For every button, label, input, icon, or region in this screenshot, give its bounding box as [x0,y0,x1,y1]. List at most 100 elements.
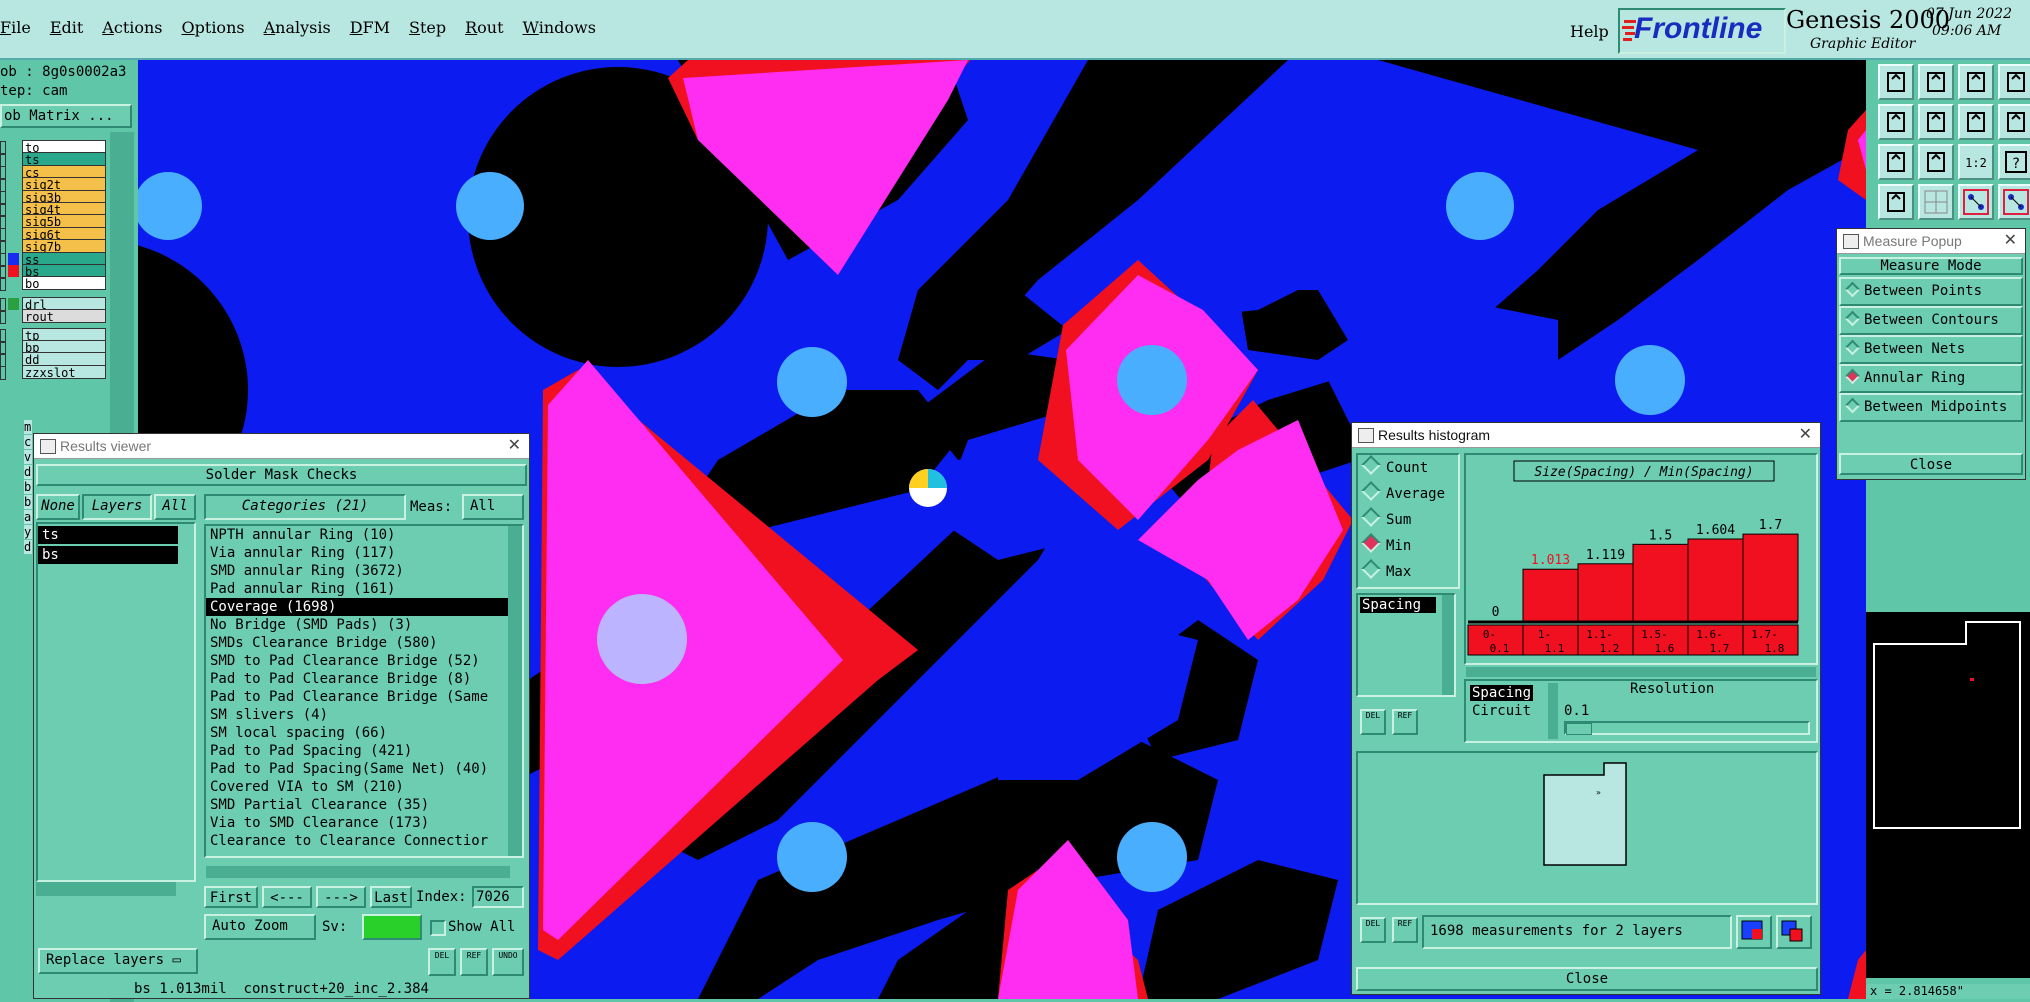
spacing-option[interactable]: Spacing [1470,685,1534,701]
measure-mode-between-nets[interactable]: Between Nets [1839,335,2023,364]
measure-mode-annular-ring[interactable]: Annular Ring [1839,364,2023,393]
resolution-slider[interactable] [1564,721,1810,735]
layer-checkbox[interactable] [0,310,6,325]
mode-min[interactable]: Min [1358,533,1458,559]
last-button[interactable]: Last [370,886,412,908]
radio-icon[interactable] [1361,533,1381,553]
histogram-bar[interactable] [1522,568,1579,622]
del-button[interactable]: DEL [428,948,456,976]
replace-layers-dropdown[interactable]: Replace layers ▭ [38,948,198,974]
home-icon[interactable] [1958,64,1994,100]
layer-name-partial[interactable]: v [24,450,32,464]
histogram-titlebar[interactable]: Results histogram ✕ [1352,423,1820,448]
radio-icon[interactable] [1844,339,1861,356]
layer-name-partial[interactable]: a [24,510,32,524]
layer-name-partial[interactable]: c [24,435,32,449]
export-icon[interactable] [1918,104,1954,140]
net-icon[interactable] [1998,184,2030,220]
import-icon[interactable] [1878,104,1914,140]
layer-checkbox[interactable] [0,365,6,380]
sv-color-dropdown[interactable] [362,914,422,940]
chart-hscroll[interactable] [1466,667,1816,677]
layer-name-partial[interactable]: y [24,525,32,539]
radio-icon[interactable] [1844,368,1861,385]
grid-icon[interactable] [1918,184,1954,220]
none-button[interactable]: None [36,494,80,520]
radio-icon[interactable] [1361,559,1381,579]
category-item[interactable]: No Bridge (SMD Pads) (3) [206,616,522,634]
measure-mode-between-contours[interactable]: Between Contours [1839,306,2023,335]
mode-sum[interactable]: Sum [1358,507,1458,533]
close-icon[interactable]: ✕ [1799,423,1812,447]
menu-options[interactable]: Options [182,18,256,44]
result-layer-item[interactable]: bs [38,546,178,564]
meas-dropdown[interactable]: All [462,494,524,520]
category-item[interactable]: SMD to Pad Clearance Bridge (52) [206,652,522,670]
radio-icon[interactable] [1361,455,1381,475]
layer-name-partial[interactable]: b [24,480,32,494]
histogram-bar[interactable] [1687,538,1744,622]
radio-icon[interactable] [1844,281,1861,298]
help-icon[interactable]: ? [1998,144,2030,180]
layer-name[interactable]: zzxslot [22,364,106,380]
help-menu[interactable]: Help [1570,22,1609,41]
index-input[interactable]: 7026 [472,886,524,908]
categories-hscroll[interactable] [206,866,510,878]
mode-max[interactable]: Max [1358,559,1458,585]
menu-dfm[interactable]: DFM [350,18,401,44]
result-layer-item[interactable]: ts [38,526,178,544]
category-item[interactable]: SMDs Clearance Bridge (580) [206,634,522,652]
show-all-checkbox[interactable] [430,920,446,936]
category-item[interactable]: SMD annular Ring (3672) [206,562,522,580]
layer-name-partial[interactable]: d [24,540,32,554]
overview-map[interactable] [1866,612,2030,978]
category-item[interactable]: SM slivers (4) [206,706,522,724]
option-scroll[interactable] [1548,683,1558,739]
radio-icon[interactable] [1361,481,1381,501]
category-item[interactable]: SMD Partial Clearance (35) [206,796,522,814]
menu-file[interactable]: File [0,18,42,44]
histogram-bar[interactable] [1742,533,1799,622]
prev-button[interactable]: <--- [262,886,312,908]
scale-icon[interactable]: 1:2 [1958,144,1994,180]
categories-vscroll[interactable] [508,526,522,856]
measure-mode-between-midpoints[interactable]: Between Midpoints [1839,393,2023,422]
category-item[interactable]: Pad to Pad Clearance Bridge (8) [206,670,522,688]
undo-button[interactable]: UNDO [492,948,524,976]
preview-ref-button[interactable]: REF [1392,917,1418,943]
snap-icon[interactable] [1958,184,1994,220]
histogram-bar[interactable] [1632,543,1689,622]
layer-name[interactable]: bo [22,276,106,291]
category-item[interactable]: SM local spacing (66) [206,724,522,742]
category-item[interactable]: Pad to Pad Spacing (421) [206,742,522,760]
resolution-slider-handle[interactable] [1566,723,1592,735]
layer-name-partial[interactable]: m [24,420,32,434]
ref-button[interactable]: REF [460,948,488,976]
layer-row-bo[interactable]: bo [0,276,110,292]
mode-average[interactable]: Average [1358,481,1458,507]
measure-icon[interactable] [1878,184,1914,220]
layer-row-zzxslot[interactable]: zzxslot [0,364,110,380]
open-job-icon[interactable] [1878,64,1914,100]
category-item[interactable]: Pad to Pad Spacing(Same Net) (40) [206,760,522,778]
layers-icon[interactable] [1998,64,2030,100]
all-button[interactable]: All [154,494,196,520]
job-matrix-button[interactable]: ob Matrix ... [0,104,132,128]
flip-icon[interactable] [1998,104,2030,140]
radio-icon[interactable] [1844,397,1861,414]
preview-del-button[interactable]: DEL [1360,917,1386,943]
auto-zoom-dropdown[interactable]: Auto Zoom [204,914,316,940]
menu-step[interactable]: Step [409,18,457,44]
spacing-list[interactable]: Spacing [1356,593,1456,697]
layer-name-partial[interactable]: b [24,495,32,509]
spacing-item[interactable]: Spacing [1360,597,1436,613]
close-icon[interactable]: ✕ [508,434,521,458]
categories-list[interactable]: NPTH annular Ring (10) Via annular Ring (… [204,524,524,858]
step-icon[interactable] [1958,104,1994,140]
zoom-fit-icon[interactable] [1736,915,1772,949]
category-item[interactable]: Covered VIA to SM (210) [206,778,522,796]
measure-popup-titlebar[interactable]: Measure Popup ✕ [1837,229,2025,254]
histogram-close-button[interactable]: Close [1356,967,1818,991]
mode-count[interactable]: Count [1358,455,1458,481]
menu-actions[interactable]: Actions [102,18,173,44]
